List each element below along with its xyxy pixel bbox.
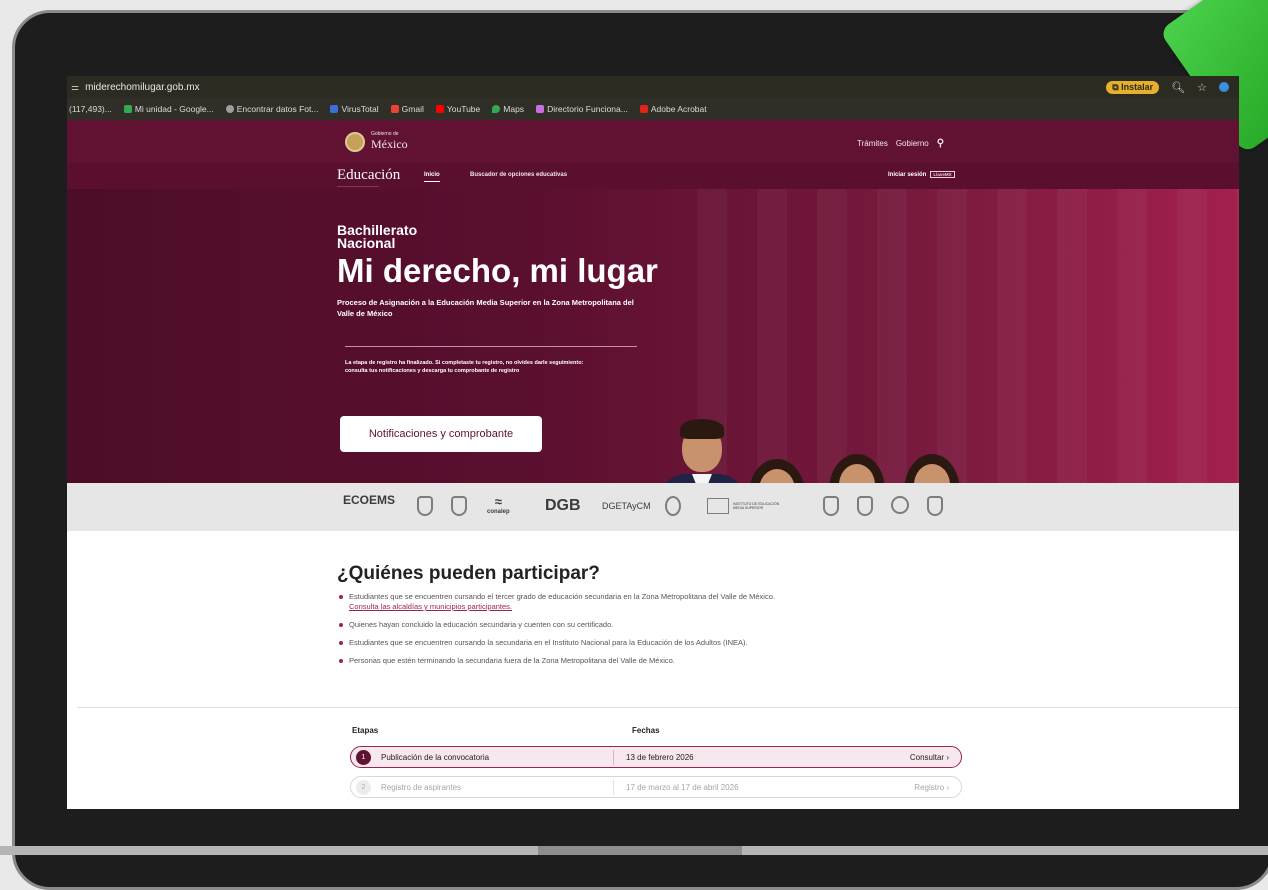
bookmark-item[interactable]: YouTube <box>435 104 480 114</box>
bookmark-item[interactable]: Directorio Funciona... <box>536 104 628 114</box>
stage-label: Registro de aspirantes <box>381 783 462 792</box>
list-item: Estudiantes que se encuentren cursando l… <box>337 638 775 648</box>
bookmark-item[interactable]: VirusTotal <box>330 104 379 114</box>
login-label: Iniciar sesión <box>888 171 927 178</box>
participants-list: Estudiantes que se encuentren cursando e… <box>337 592 775 674</box>
row-separator <box>613 780 614 795</box>
stage-number: 1 <box>356 750 371 765</box>
column-header-fechas: Fechas <box>632 726 660 735</box>
acrobat-icon <box>639 105 648 113</box>
bookmark-item[interactable]: (117,493)... <box>69 104 112 114</box>
stage-date: 13 de febrero 2026 <box>626 753 694 762</box>
consultar-button[interactable]: Consultar › <box>910 753 949 762</box>
student-figure <box>737 459 817 483</box>
browser-screen: ⚌ miderechomilugar.gob.mx ⧉ Instalar 🔍︎ … <box>67 76 1239 809</box>
gear-emblem-icon <box>665 496 681 516</box>
chevron-right-icon: › <box>946 783 949 792</box>
chevron-right-icon: › <box>946 753 949 762</box>
nav-tab-inicio[interactable]: Inicio <box>424 172 440 182</box>
gobierno-mexico-logo[interactable]: Gobierno de México <box>345 131 408 152</box>
youtube-icon <box>435 105 444 113</box>
notifications-button[interactable]: Notificaciones y comprobante <box>340 416 542 452</box>
hero-notice: La etapa de registro ha finalizado. Si c… <box>345 360 584 374</box>
national-seal-icon <box>345 131 365 152</box>
login-link[interactable]: Iniciar sesión LlaveMX <box>888 171 955 178</box>
student-figure <box>657 409 747 483</box>
alcaldias-link[interactable]: Consulta las alcaldías y municipios part… <box>349 602 775 612</box>
education-nav: Educación ———————————— Inicio Buscador d… <box>67 163 1239 189</box>
hero-title: Mi derecho, mi lugar <box>337 252 658 289</box>
shield-emblem-icon <box>417 496 433 516</box>
educacion-brand[interactable]: Educación <box>337 167 400 184</box>
instituto-educacion-logo: INSTITUTO DE EDUCACIÓN MEDIA SUPERIOR <box>707 498 783 514</box>
conalep-logo: ≈ conalep <box>487 494 510 515</box>
list-item: Estudiantes que se encuentren cursando e… <box>337 592 775 612</box>
stage-number: 2 <box>356 780 371 795</box>
address-bar: ⚌ miderechomilugar.gob.mx ⧉ Instalar 🔍︎ … <box>67 76 1239 98</box>
search-icon[interactable]: ⚲ <box>937 138 944 149</box>
bookmark-item[interactable]: Mi unidad - Google... <box>123 104 214 114</box>
stage-row[interactable]: 1 Publicación de la convocatoria 13 de f… <box>350 746 962 768</box>
bookmark-item[interactable]: Gmail <box>390 104 424 114</box>
round-emblem-icon <box>891 496 909 514</box>
students-photo <box>637 364 977 483</box>
building-emblem-icon <box>857 496 873 516</box>
list-item: Quienes hayan concluido la educación sec… <box>337 620 775 630</box>
educacion-brand-underline: ———————————— <box>337 184 379 188</box>
drive-icon <box>123 105 132 113</box>
stage-label: Publicación de la convocatoria <box>381 753 490 762</box>
bookmark-star-icon[interactable]: ☆ <box>1197 81 1207 94</box>
student-figure <box>892 454 972 483</box>
ecoems-logo: ECOEMS <box>343 493 396 507</box>
directory-icon <box>536 105 545 113</box>
student-figure <box>817 454 897 483</box>
maps-icon <box>492 105 501 113</box>
gov-header: Gobierno de México Trámites Gobierno ⚲ <box>67 120 1239 163</box>
gov-links: Trámites Gobierno ⚲ <box>857 138 944 149</box>
llavemx-icon: LlaveMX <box>930 171 955 178</box>
bookmark-item[interactable]: Adobe Acrobat <box>639 104 707 114</box>
registro-button[interactable]: Registro › <box>914 783 949 792</box>
institutions-logo-strip: ECOEMS ≈ conalep DGB DGETAyCM INSTITUTO D… <box>67 483 1239 531</box>
bookmark-item[interactable]: Encontrar datos Fot... <box>225 104 318 114</box>
dgb-logo: DGB <box>545 497 581 514</box>
shield-emblem-icon <box>823 496 839 516</box>
unam-emblem-icon <box>927 496 943 516</box>
hero-subtitle: Proceso de Asignación a la Educación Med… <box>337 298 634 318</box>
install-label: Instalar <box>1121 81 1154 92</box>
hero-divider <box>345 346 637 347</box>
bookmark-item[interactable]: Maps <box>492 104 524 114</box>
install-button[interactable]: ⧉ Instalar <box>1106 80 1160 94</box>
stage-date: 17 de marzo al 17 de abril 2026 <box>626 783 739 792</box>
bookmarks-bar: (117,493)... Mi unidad - Google... Encon… <box>67 98 1239 120</box>
list-item: Personas que estén terminando la secunda… <box>337 656 775 666</box>
hero-eyebrow: Bachillerato Nacional <box>337 222 418 251</box>
site-settings-icon[interactable]: ⚌ <box>71 82 79 93</box>
nav-tab-buscador[interactable]: Buscador de opciones educativas <box>470 172 567 178</box>
gmail-icon <box>390 105 399 113</box>
stage-row[interactable]: 2 Registro de aspirantes 17 de marzo al … <box>350 776 962 798</box>
dgetaycm-logo: DGETAyCM <box>602 501 651 511</box>
section-divider <box>77 707 1239 708</box>
zoom-icon[interactable]: 🔍︎ <box>1171 81 1185 94</box>
gobierno-link[interactable]: Gobierno <box>896 139 929 148</box>
section-title-quienes: ¿Quiénes pueden participar? <box>337 563 600 584</box>
hero-banner: Bachillerato Nacional Mi derecho, mi lug… <box>67 189 1239 483</box>
laptop-notch <box>538 846 742 855</box>
virustotal-icon <box>330 105 339 113</box>
logo-big-text: México <box>371 137 408 151</box>
row-separator <box>613 750 614 765</box>
globe-icon <box>225 105 234 113</box>
url-text[interactable]: miderechomilugar.gob.mx <box>85 82 200 93</box>
tramites-link[interactable]: Trámites <box>857 139 888 148</box>
column-header-etapas: Etapas <box>352 726 379 735</box>
laptop-frame: ⚌ miderechomilugar.gob.mx ⧉ Instalar 🔍︎ … <box>12 0 1268 890</box>
shield-emblem-icon <box>451 496 467 516</box>
profile-avatar[interactable] <box>1219 82 1229 92</box>
